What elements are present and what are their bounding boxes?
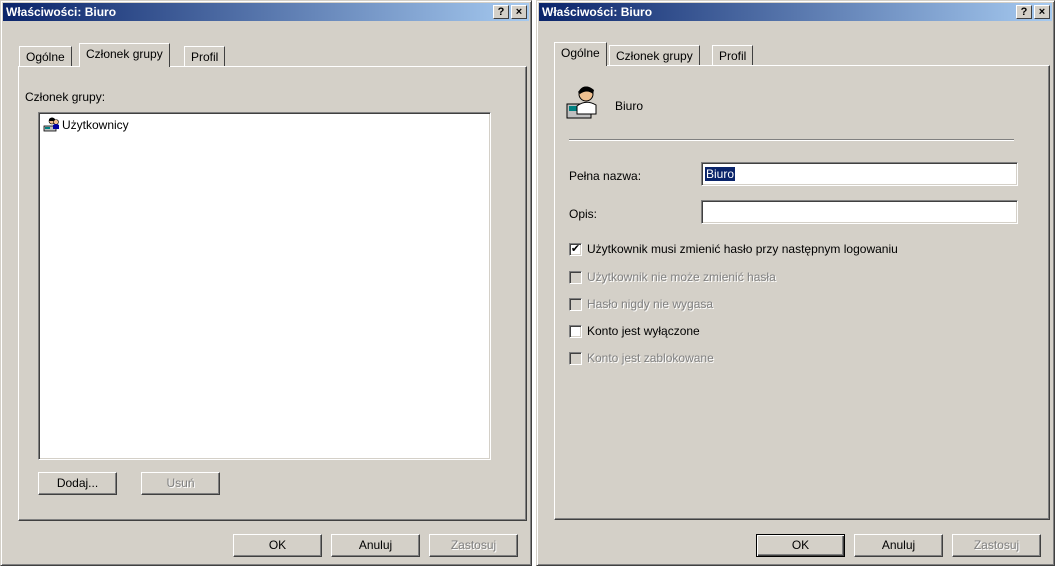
apply-button[interactable]: Zastosuj [429, 534, 518, 557]
window-title: Właściwości: Biuro [542, 5, 653, 19]
checkbox-box[interactable] [569, 271, 582, 284]
cancel-button[interactable]: Anuluj [331, 534, 420, 557]
checkbox-label: Konto jest zablokowane [587, 351, 714, 365]
checkbox-label: Użytkownik musi zmienić hasło przy nastę… [587, 242, 898, 256]
checkbox-label: Użytkownik nie może zmienić hasła [587, 270, 776, 284]
tab-general[interactable]: Ogólne [19, 46, 72, 67]
description-field[interactable] [701, 200, 1018, 224]
close-button[interactable]: × [1034, 5, 1050, 19]
checkbox-box[interactable]: ✔ [569, 243, 582, 256]
title-bar[interactable]: Właściwości: Biuro ? × [3, 3, 529, 21]
tab-member-of[interactable]: Członek grupy [79, 43, 170, 67]
full-name-value: Biuro [705, 167, 736, 181]
properties-dialog-right: Właściwości: Biuro ? × Ogólne Członek gr… [536, 0, 1055, 566]
group-icon [43, 117, 61, 136]
title-bar[interactable]: Właściwości: Biuro ? × [539, 3, 1052, 21]
checkbox-box[interactable] [569, 325, 582, 338]
checkbox-label: Konto jest wyłączone [587, 324, 700, 338]
tab-panel-general: Biuro Pełna nazwa: Biuro Opis: ✔ Użytkow… [554, 65, 1050, 520]
ok-button[interactable]: OK [233, 534, 322, 557]
remove-button[interactable]: Usuń [141, 472, 220, 495]
tab-panel-member-of: Członek grupy: Użytkownicy Dodaj... Usuń [18, 66, 527, 521]
checkbox-box[interactable] [569, 298, 582, 311]
tab-member-of[interactable]: Członek grupy [609, 45, 700, 66]
description-label: Opis: [569, 207, 598, 221]
cancel-button[interactable]: Anuluj [854, 534, 943, 557]
user-name-label: Biuro [615, 99, 644, 113]
member-list[interactable]: Użytkownicy [38, 112, 491, 460]
tab-profile[interactable]: Profil [184, 46, 226, 67]
user-icon [565, 84, 601, 125]
full-name-field[interactable]: Biuro [701, 162, 1018, 186]
checkbox-box[interactable] [569, 352, 582, 365]
checkbox-label: Hasło nigdy nie wygasa [587, 297, 714, 311]
window-title: Właściwości: Biuro [6, 5, 117, 19]
ok-button[interactable]: OK [756, 534, 845, 557]
full-name-label: Pełna nazwa: [569, 169, 642, 183]
add-button[interactable]: Dodaj... [38, 472, 117, 495]
help-button[interactable]: ? [493, 5, 509, 19]
member-of-label: Członek grupy: [25, 90, 106, 104]
separator [569, 139, 1014, 141]
list-item-label: Użytkownicy [62, 118, 129, 132]
tab-profile[interactable]: Profil [712, 45, 754, 66]
close-button[interactable]: × [511, 5, 527, 19]
apply-button[interactable]: Zastosuj [952, 534, 1041, 557]
tab-general[interactable]: Ogólne [554, 42, 607, 66]
help-button[interactable]: ? [1016, 5, 1032, 19]
properties-dialog-left: Właściwości: Biuro ? × Ogólne Członek gr… [0, 0, 532, 566]
